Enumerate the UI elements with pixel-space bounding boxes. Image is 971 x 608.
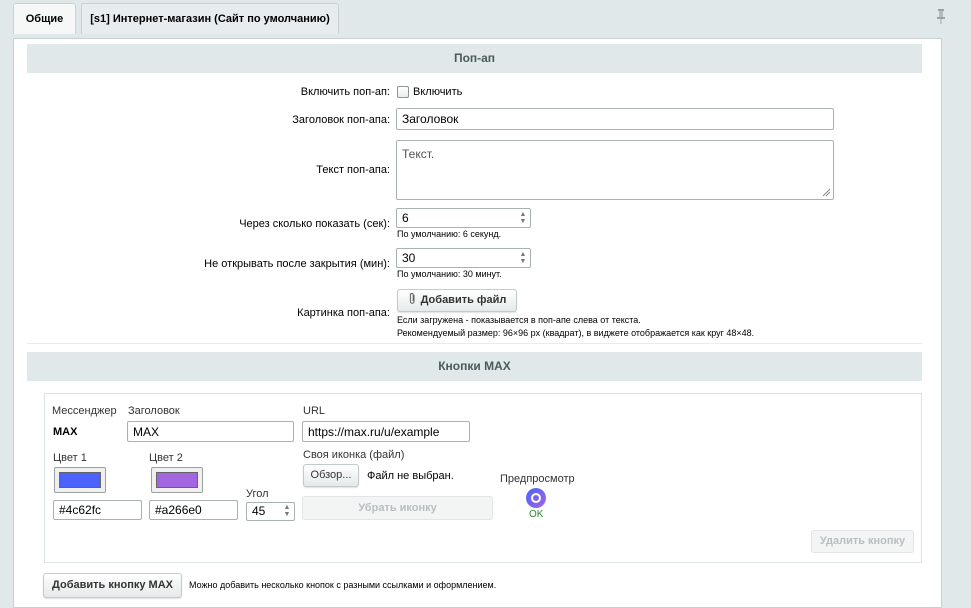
color2-picker[interactable] [151,467,203,493]
section-popup-title: Поп-ап [27,44,922,73]
popup-delay-hint: По умолчанию: 6 секунд. [397,229,502,239]
pin-icon[interactable] [935,8,947,24]
add-button-hint: Можно добавить несколько кнопок с разным… [189,580,497,590]
preview-caption: OK [529,509,544,520]
preview-label: Предпросмотр [500,473,575,485]
color1-picker[interactable] [54,467,106,493]
popup-image-hint-1: Если загружена - показывается в поп-апе … [397,315,641,325]
messenger-value: MAX [53,426,78,438]
spinner-arrows-icon[interactable]: ▲ ▼ [519,211,527,227]
angle-value: 45 [252,504,266,518]
popup-delay-label: Через сколько показать (сек): [239,218,390,230]
color1-swatch [59,472,101,488]
delete-button[interactable]: Удалить кнопку [811,530,914,553]
popup-image-hint-2: Рекомендуемый размер: 96×96 px (квадрат)… [397,328,755,338]
max-preview-icon [526,488,546,508]
tab-general[interactable]: Общие [13,3,76,34]
messenger-label: Мессенджер [52,405,117,417]
enable-popup-checkbox[interactable] [397,86,409,98]
popup-text-label: Текст поп-апа: [316,164,390,176]
max-title-input[interactable]: MAX [127,421,294,442]
popup-noopen-value: 30 [402,251,416,265]
resize-handle-icon[interactable] [822,188,831,197]
popup-title-label: Заголовок поп-апа: [292,114,390,126]
popup-noopen-label: Не открывать после закрытия (мин): [204,258,390,270]
tab-bar: Общие [s1] Интернет-магазин (Сайт по умо… [0,0,971,38]
spinner-arrows-icon[interactable]: ▲ ▼ [283,504,291,520]
tab-site-s1[interactable]: [s1] Интернет-магазин (Сайт по умолчанию… [81,3,339,34]
add-max-button[interactable]: Добавить кнопку MAX [43,573,182,598]
url-input[interactable]: https://max.ru/u/example [302,421,470,442]
remove-icon-button[interactable]: Убрать иконку [302,496,493,520]
paperclip-icon [409,292,415,304]
add-file-label: Добавить файл [420,294,507,306]
divider [27,343,922,344]
popup-delay-input[interactable]: 6 ▲ ▼ [396,208,531,228]
popup-noopen-hint: По умолчанию: 30 минут. [397,269,502,279]
url-label: URL [303,405,326,417]
popup-image-label: Картинка поп-апа: [297,307,390,319]
spinner-arrows-icon[interactable]: ▲ ▼ [519,251,527,267]
enable-popup-checkbox-label[interactable]: Включить [413,86,462,98]
popup-noopen-input[interactable]: 30 ▲ ▼ [396,248,531,268]
color2-swatch [156,472,198,488]
enable-popup-label: Включить поп-ап: [300,86,390,98]
color1-label: Цвет 1 [53,452,87,464]
angle-label: Угол [246,488,269,500]
popup-text-textarea[interactable]: Текст. [396,140,834,200]
browse-button[interactable]: Обзор... [303,464,359,487]
popup-delay-value: 6 [402,211,409,225]
popup-text-value: Текст. [402,147,435,161]
color2-label: Цвет 2 [149,452,183,464]
max-title-label: Заголовок [128,405,180,417]
angle-input[interactable]: 45 ▲ ▼ [246,502,295,521]
add-file-button[interactable]: Добавить файл [397,289,517,312]
popup-title-input[interactable]: Заголовок [396,108,834,130]
custom-icon-label: Своя иконка (файл) [303,449,405,461]
color1-input[interactable]: #4c62fc [53,500,142,520]
no-file-text: Файл не выбран. [367,470,454,482]
color2-input[interactable]: #a266e0 [149,500,238,520]
section-max-buttons-title: Кнопки MAX [27,352,922,381]
